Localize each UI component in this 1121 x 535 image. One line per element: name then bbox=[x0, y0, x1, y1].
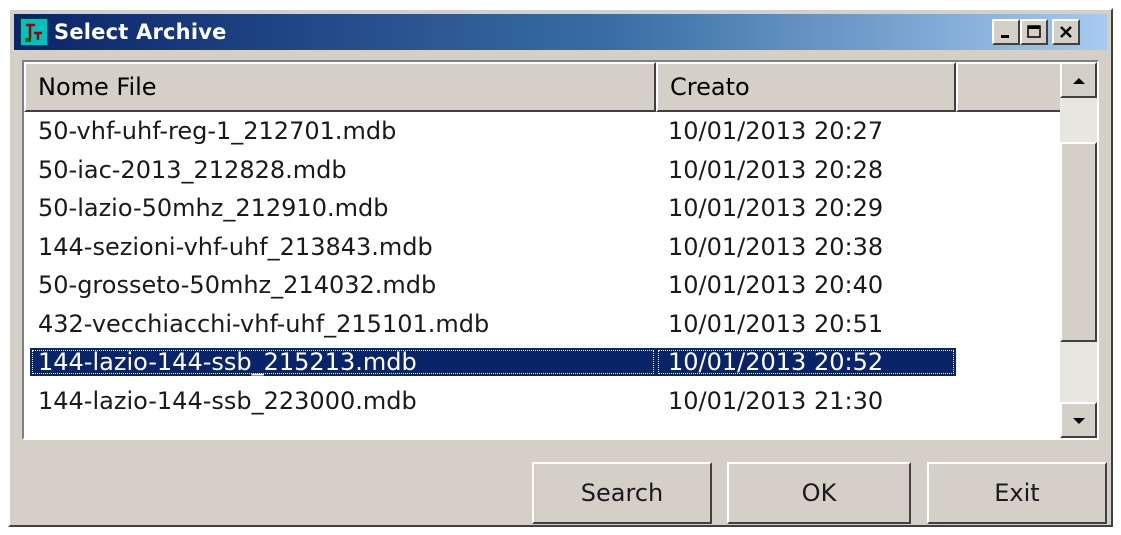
file-name: 144-sezioni-vhf-uhf_213843.mdb bbox=[38, 232, 433, 261]
arrow-down-icon bbox=[1072, 411, 1086, 430]
list-item[interactable]: 144-sezioni-vhf-uhf_213843.mdb 10/01/201… bbox=[24, 228, 1064, 267]
select-archive-window: Select Archive Nome File Creato 50-vhf-u… bbox=[8, 8, 1113, 527]
list-item[interactable]: 50-vhf-uhf-reg-1_212701.mdb 10/01/2013 2… bbox=[24, 112, 1064, 151]
file-name: 50-iac-2013_212828.mdb bbox=[38, 155, 347, 184]
column-header-created[interactable]: Creato bbox=[656, 62, 956, 112]
vertical-scrollbar[interactable] bbox=[1060, 62, 1097, 438]
file-name: 144-lazio-144-ssb_223000.mdb bbox=[38, 386, 417, 415]
created-date: 10/01/2013 21:30 bbox=[668, 386, 884, 415]
created-date: 10/01/2013 20:28 bbox=[668, 155, 884, 184]
close-icon bbox=[1059, 25, 1073, 39]
file-name: 50-grosseto-50mhz_214032.mdb bbox=[38, 271, 437, 300]
archive-list[interactable]: Nome File Creato 50-vhf-uhf-reg-1_212701… bbox=[22, 60, 1099, 440]
created-date: 10/01/2013 20:38 bbox=[668, 232, 884, 261]
scroll-down-button[interactable] bbox=[1060, 402, 1097, 438]
created-date: 10/01/2013 20:29 bbox=[668, 194, 884, 223]
window-title: Select Archive bbox=[54, 20, 227, 44]
file-name: 144-lazio-144-ssb_215213.mdb bbox=[30, 348, 656, 377]
list-item-selected[interactable]: 144-lazio-144-ssb_215213.mdb 10/01/2013 … bbox=[24, 343, 1064, 382]
created-date: 10/01/2013 20:27 bbox=[668, 117, 884, 146]
file-name: 432-vecchiacchi-vhf-uhf_215101.mdb bbox=[38, 309, 490, 338]
list-rows: 50-vhf-uhf-reg-1_212701.mdb 10/01/2013 2… bbox=[24, 112, 1064, 420]
created-date: 10/01/2013 20:40 bbox=[668, 271, 884, 300]
list-item[interactable]: 50-lazio-50mhz_212910.mdb 10/01/2013 20:… bbox=[24, 189, 1064, 228]
list-header: Nome File Creato bbox=[24, 62, 1064, 112]
list-item[interactable]: 50-grosseto-50mhz_214032.mdb 10/01/2013 … bbox=[24, 266, 1064, 305]
minimize-button[interactable] bbox=[992, 19, 1020, 45]
created-date: 10/01/2013 20:51 bbox=[668, 309, 884, 338]
close-button[interactable] bbox=[1052, 19, 1080, 45]
column-header-name[interactable]: Nome File bbox=[24, 62, 656, 112]
maximize-button[interactable] bbox=[1020, 19, 1048, 45]
search-button[interactable]: Search bbox=[532, 462, 712, 524]
created-date: 10/01/2013 20:52 bbox=[656, 348, 956, 377]
scroll-thumb[interactable] bbox=[1060, 142, 1097, 342]
column-header-name-label: Nome File bbox=[38, 73, 157, 101]
minimize-icon bbox=[999, 25, 1013, 39]
app-icon bbox=[20, 18, 48, 46]
maximize-icon bbox=[1026, 25, 1042, 39]
file-name: 50-lazio-50mhz_212910.mdb bbox=[38, 194, 389, 223]
ok-button[interactable]: OK bbox=[727, 462, 911, 524]
scroll-up-button[interactable] bbox=[1060, 62, 1097, 98]
title-bar[interactable]: Select Archive bbox=[14, 14, 1107, 50]
file-name: 50-vhf-uhf-reg-1_212701.mdb bbox=[38, 117, 397, 146]
column-header-filler[interactable] bbox=[956, 62, 1064, 112]
list-item[interactable]: 432-vecchiacchi-vhf-uhf_215101.mdb 10/01… bbox=[24, 305, 1064, 344]
column-header-created-label: Creato bbox=[670, 73, 750, 101]
arrow-up-icon bbox=[1072, 71, 1086, 90]
list-item[interactable]: 144-lazio-144-ssb_223000.mdb 10/01/2013 … bbox=[24, 382, 1064, 421]
exit-button[interactable]: Exit bbox=[927, 462, 1107, 524]
list-item[interactable]: 50-iac-2013_212828.mdb 10/01/2013 20:28 bbox=[24, 151, 1064, 190]
